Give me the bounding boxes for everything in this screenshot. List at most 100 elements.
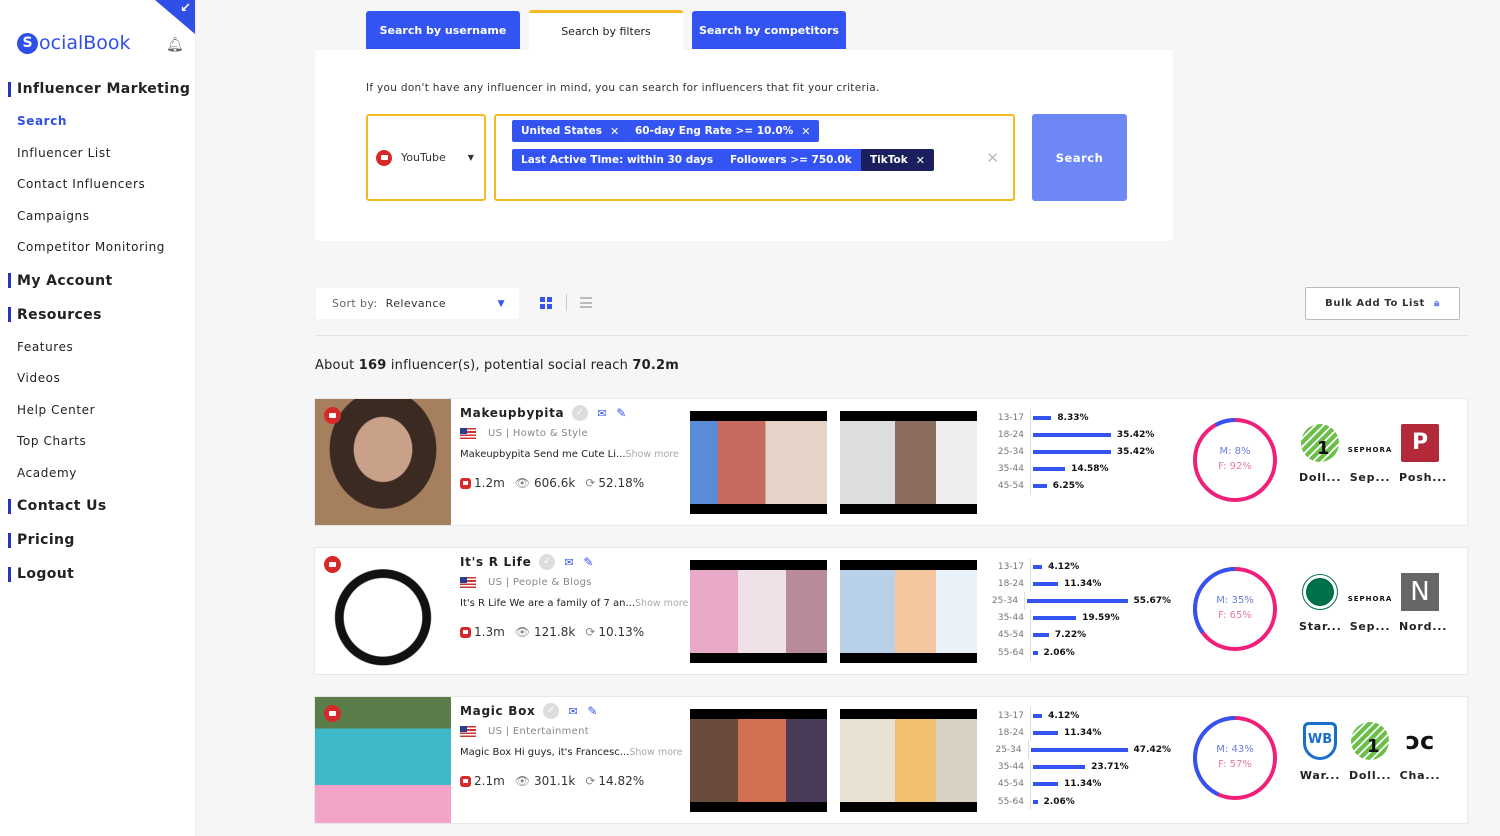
tab-search-by-username[interactable]: Search by username [366, 11, 520, 49]
sidebar-item-search[interactable]: Search [0, 106, 196, 138]
edit-pencil-icon[interactable]: ✎ [616, 406, 627, 420]
filter-chip[interactable]: Last Active Time: within 30 days✕ [512, 149, 740, 171]
brand-item[interactable]: SEPHORA Sep... [1348, 423, 1392, 484]
mail-icon[interactable]: ✉ [568, 705, 578, 718]
age-range-label: 35-44 [991, 609, 1031, 627]
platform-select[interactable]: YouTube ▼ [366, 114, 486, 201]
filter-chip[interactable]: Followers >= 750.0k✕ [721, 149, 878, 171]
age-range-label: 25-34 [991, 443, 1031, 461]
sidebar-item-influencer-list[interactable]: Influencer List [0, 138, 196, 170]
mail-icon[interactable]: ✉ [597, 407, 607, 420]
age-value-label: 35.42% [1116, 446, 1155, 457]
mail-icon[interactable]: ✉ [564, 556, 574, 569]
sidebar-item-help-center[interactable]: Help Center [0, 395, 196, 427]
brand-name: Cha... [1399, 769, 1441, 782]
age-bar [1033, 432, 1111, 437]
bio: Makeupbypita Send me Cute Li...Show more [460, 449, 679, 460]
sort-dropdown[interactable]: Sort by: Relevance ▼ [316, 288, 519, 319]
sidebar-section-logout[interactable]: Logout [0, 557, 196, 591]
influencer-card[interactable]: Makeupbypita ✓ ✉ ✎ US | Howto & Style Makeupb… [314, 398, 1468, 526]
remove-chip-icon[interactable]: ✕ [610, 125, 619, 138]
tab-search-by-filters[interactable]: Search by filters [529, 10, 683, 50]
arrow-collapse-icon[interactable]: ↙ [180, 1, 191, 16]
sidebar-item-campaigns[interactable]: Campaigns [0, 201, 196, 233]
influencer-avatar[interactable] [315, 399, 451, 525]
show-more-link[interactable]: Show more [629, 747, 682, 758]
age-bar [1033, 650, 1038, 655]
brand-item[interactable]: ↄc Cha... [1399, 721, 1441, 782]
search-button[interactable]: Search [1032, 114, 1127, 201]
sephora-logo: SEPHORA [1347, 595, 1393, 603]
list-view-icon[interactable] [580, 297, 592, 308]
video-thumbnail[interactable] [840, 709, 977, 812]
video-thumbnail[interactable] [840, 560, 977, 663]
age-distribution-chart: 13-17 4.12% 18-24 11.34% 25-34 47.42% 35-44 23.… [991, 707, 1171, 811]
section-label: Influencer Marketing [17, 81, 191, 97]
influencer-name[interactable]: Makeupbypita [460, 406, 564, 420]
sidebar-section-influencer-marketing[interactable]: Influencer Marketing [0, 72, 196, 106]
filter-chip[interactable]: TikTok ✕ [861, 149, 934, 171]
age-bar [1033, 467, 1066, 472]
video-thumbnail[interactable] [840, 411, 977, 514]
sidebar-item-academy[interactable]: Academy [0, 458, 196, 490]
brand-item[interactable]: P Posh... [1399, 423, 1446, 484]
influencer-avatar[interactable] [315, 697, 451, 823]
edit-pencil-icon[interactable]: ✎ [587, 704, 598, 718]
engagement-rate: 52.18% [598, 476, 645, 490]
video-thumbnail[interactable] [690, 560, 827, 663]
brand-item[interactable]: 1 Doll... [1349, 721, 1391, 782]
influencer-name[interactable]: Magic Box [460, 704, 535, 718]
sidebar-item-top-charts[interactable]: Top Charts [0, 426, 196, 458]
sidebar-section-pricing[interactable]: Pricing [0, 523, 196, 557]
search-tabs: Search by username Search by filters Sea… [366, 10, 846, 50]
influencer-avatar[interactable] [315, 548, 451, 674]
sidebar-item-videos[interactable]: Videos [0, 363, 196, 395]
sidebar-item-features[interactable]: Features [0, 332, 196, 364]
dollar-tree-logo: 1 [1350, 721, 1390, 761]
video-thumbnail[interactable] [690, 411, 827, 514]
sidebar-section-resources[interactable]: Resources [0, 298, 196, 332]
logo[interactable]: S ocialBook [17, 32, 131, 54]
influencer-card[interactable]: Magic Box ✓ ✉ ✎ US | Entertainment Magic Box … [314, 696, 1468, 824]
youtube-subscribers-icon [460, 626, 471, 638]
sort-value: Relevance [385, 297, 447, 310]
tab-search-by-competitors[interactable]: Search by competitors [692, 11, 846, 49]
influencer-name[interactable]: It's R Life [460, 555, 531, 569]
sidebar-section-my-account[interactable]: My Account [0, 264, 196, 298]
sidebar-item-contact-influencers[interactable]: Contact Influencers [0, 169, 196, 201]
brand-list: Star... SEPHORA Sep... N Nord... [1299, 572, 1448, 633]
age-range-label: 55-64 [991, 792, 1031, 811]
show-more-link[interactable]: Show more [635, 598, 688, 609]
grid-view-icon[interactable] [540, 297, 553, 309]
verified-check-icon: ✓ [543, 703, 560, 719]
brand-item[interactable]: N Nord... [1399, 572, 1448, 633]
bulk-add-to-list-button[interactable]: Bulk Add To List 🔒︎ [1305, 287, 1460, 320]
brand-name: Sep... [1349, 471, 1391, 484]
bell-icon[interactable]: 🔔︎ [166, 37, 184, 53]
age-row: 18-24 11.34% [991, 575, 1171, 593]
clear-filters-icon[interactable]: ✕ [986, 149, 999, 167]
brand-item[interactable]: WB War... [1299, 721, 1341, 782]
brand-name: Nord... [1399, 620, 1448, 633]
brand-item[interactable]: Star... [1299, 572, 1341, 633]
filter-chip[interactable]: United States ✕ [512, 120, 629, 142]
remove-chip-icon[interactable]: ✕ [801, 125, 810, 138]
brand-item[interactable]: SEPHORA Sep... [1347, 572, 1393, 633]
filter-chips-box[interactable]: ✕ United States ✕ 60-day Eng Rate >= 10.0%… [494, 114, 1015, 201]
video-thumbnail[interactable] [690, 709, 827, 812]
sidebar-item-competitor-monitoring[interactable]: Competitor Monitoring [0, 232, 196, 264]
age-bar [1033, 415, 1052, 420]
view-divider [566, 294, 567, 311]
age-bar [1033, 564, 1043, 569]
influencer-card[interactable]: It's R Life ✓ ✉ ✎ US | People & Blogs It's R … [314, 547, 1468, 675]
filter-chip[interactable]: 60-day Eng Rate >= 10.0% ✕ [626, 120, 820, 142]
lock-icon: 🔒︎ [1433, 298, 1440, 309]
show-more-link[interactable]: Show more [626, 449, 679, 460]
edit-pencil-icon[interactable]: ✎ [583, 555, 594, 569]
brand-item[interactable]: 1 Doll... [1299, 423, 1341, 484]
section-label: Pricing [17, 532, 75, 548]
remove-chip-icon[interactable]: ✕ [916, 154, 925, 167]
female-percent: F: 57% [1218, 759, 1252, 770]
sidebar-section-contact-us[interactable]: Contact Us [0, 489, 196, 523]
poshmark-logo: P [1400, 423, 1440, 463]
